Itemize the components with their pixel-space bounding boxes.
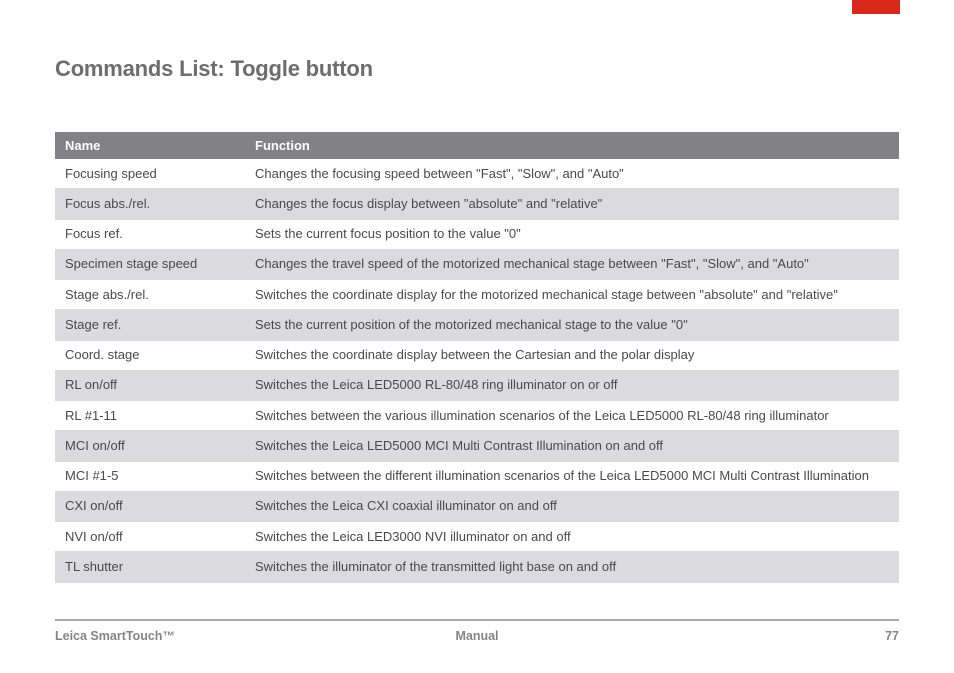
cell-name: TL shutter [55,552,245,582]
page-title: Commands List: Toggle button [55,56,899,82]
cell-name: MCI #1-5 [55,461,245,491]
cell-function: Switches the Leica LED3000 NVI illuminat… [245,522,899,552]
cell-name: Coord. stage [55,340,245,370]
footer-section: Manual [336,629,617,643]
commands-table: Name Function Focusing speedChanges the … [55,132,899,583]
cell-name: Focus abs./rel. [55,189,245,219]
footer-rule [55,619,899,621]
cell-name: Focusing speed [55,159,245,189]
table-row: RL #1-11Switches between the various ill… [55,401,899,431]
page-footer: Leica SmartTouch™ Manual 77 [55,619,899,643]
cell-function: Switches the illuminator of the transmit… [245,552,899,582]
footer-row: Leica SmartTouch™ Manual 77 [55,629,899,643]
cell-name: RL on/off [55,370,245,400]
table-row: TL shutterSwitches the illuminator of th… [55,552,899,582]
cell-function: Switches the coordinate display for the … [245,280,899,310]
cell-function: Sets the current focus position to the v… [245,219,899,249]
page: Commands List: Toggle button Name Functi… [0,0,954,673]
cell-name: CXI on/off [55,491,245,521]
content-area: Commands List: Toggle button Name Functi… [55,56,899,583]
table-row: RL on/offSwitches the Leica LED5000 RL-8… [55,370,899,400]
footer-page-num: 77 [618,629,899,643]
cell-function: Switches the Leica LED5000 MCI Multi Con… [245,431,899,461]
brand-color-tab [852,0,900,14]
table-row: Focusing speedChanges the focusing speed… [55,159,899,189]
table-row: Focus ref.Sets the current focus positio… [55,219,899,249]
cell-name: Focus ref. [55,219,245,249]
table-row: CXI on/offSwitches the Leica CXI coaxial… [55,491,899,521]
cell-function: Changes the travel speed of the motorize… [245,249,899,279]
cell-name: MCI on/off [55,431,245,461]
cell-function: Switches between the various illuminatio… [245,401,899,431]
table-header-row: Name Function [55,132,899,159]
table-row: Coord. stageSwitches the coordinate disp… [55,340,899,370]
footer-product: Leica SmartTouch™ [55,629,336,643]
cell-name: Stage abs./rel. [55,280,245,310]
cell-name: NVI on/off [55,522,245,552]
col-header-name: Name [55,132,245,159]
cell-name: RL #1-11 [55,401,245,431]
cell-name: Stage ref. [55,310,245,340]
cell-function: Switches the Leica LED5000 RL-80/48 ring… [245,370,899,400]
table-row: Focus abs./rel.Changes the focus display… [55,189,899,219]
table-row: MCI #1-5Switches between the different i… [55,461,899,491]
table-row: Stage abs./rel.Switches the coordinate d… [55,280,899,310]
table-row: MCI on/offSwitches the Leica LED5000 MCI… [55,431,899,461]
cell-function: Sets the current position of the motoriz… [245,310,899,340]
cell-name: Specimen stage speed [55,249,245,279]
table-row: Stage ref.Sets the current position of t… [55,310,899,340]
cell-function: Switches the coordinate display between … [245,340,899,370]
table-row: Specimen stage speedChanges the travel s… [55,249,899,279]
cell-function: Switches between the different illuminat… [245,461,899,491]
table-row: NVI on/offSwitches the Leica LED3000 NVI… [55,522,899,552]
cell-function: Switches the Leica CXI coaxial illuminat… [245,491,899,521]
cell-function: Changes the focusing speed between "Fast… [245,159,899,189]
col-header-function: Function [245,132,899,159]
cell-function: Changes the focus display between "absol… [245,189,899,219]
